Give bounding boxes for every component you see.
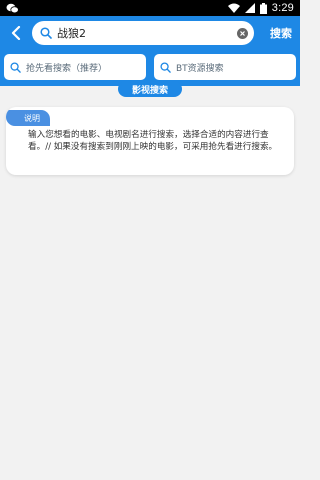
tab-video-search[interactable]: 影视搜索 — [118, 81, 182, 97]
info-badge: 说明 — [6, 110, 50, 126]
search-icon — [40, 27, 52, 39]
source-option-label: 抢先看搜索（推荐） — [26, 63, 108, 74]
search-icon — [10, 61, 21, 73]
info-text: 输入您想看的电影、电视剧名进行搜索，选择合适的内容进行查看。// 如果没有搜索到… — [28, 130, 278, 152]
search-box[interactable] — [32, 21, 254, 45]
wechat-icon — [6, 3, 19, 13]
search-input[interactable] — [57, 26, 227, 40]
wifi-icon — [227, 3, 240, 13]
signal-icon — [244, 3, 255, 13]
search-button[interactable]: 搜索 — [270, 25, 292, 41]
clear-icon[interactable] — [237, 27, 248, 39]
back-button[interactable] — [0, 16, 32, 50]
source-option-bt[interactable]: BT资源搜索 — [154, 54, 296, 80]
info-card: 说明 输入您想看的电影、电视剧名进行搜索，选择合适的内容进行查看。// 如果没有… — [6, 107, 294, 175]
source-option-label: BT资源搜索 — [176, 63, 224, 74]
app-bar: 搜索 — [0, 16, 300, 50]
status-time: 3:29 — [271, 2, 294, 14]
back-arrow-icon — [11, 26, 21, 40]
battery-icon — [259, 2, 267, 14]
search-icon — [160, 61, 171, 73]
status-bar: 3:29 — [0, 0, 300, 16]
source-option-preview[interactable]: 抢先看搜索（推荐） — [4, 54, 146, 80]
